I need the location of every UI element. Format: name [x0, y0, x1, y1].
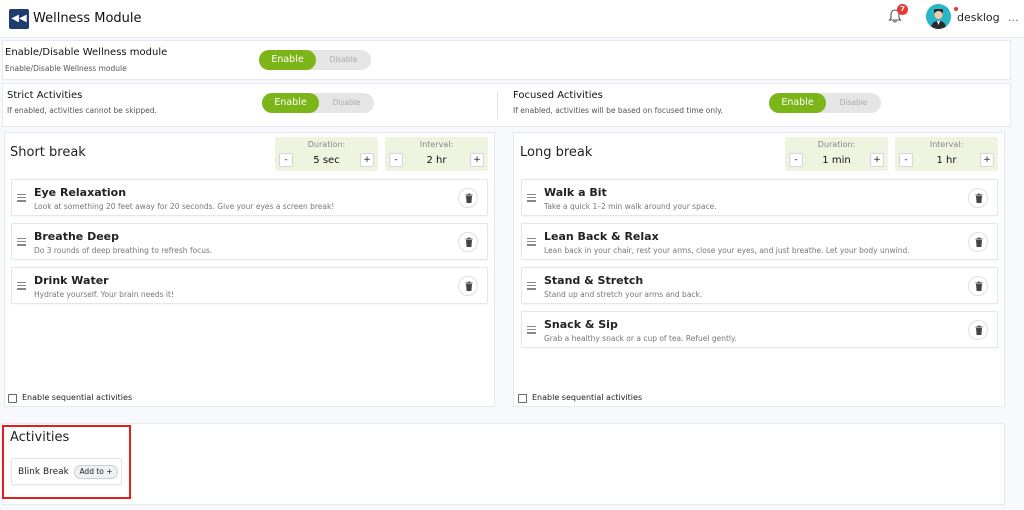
drag-handle-icon[interactable]	[527, 326, 536, 334]
interval-label: Interval:	[929, 140, 964, 149]
duration-label: Duration:	[817, 140, 856, 149]
duration-label: Duration:	[307, 140, 346, 149]
add-to-button[interactable]: Add to +	[74, 465, 118, 479]
activity-chip: Blink Break Add to +	[11, 458, 122, 485]
strict-activities-title: Strict Activities	[7, 90, 83, 101]
checkbox[interactable]	[8, 394, 17, 403]
activity-card[interactable]: Walk a Bit Take a quick 1–2 min walk aro…	[521, 179, 998, 216]
short-break-title: Short break	[10, 145, 86, 160]
drag-handle-icon[interactable]	[17, 238, 26, 246]
activity-title: Drink Water	[34, 274, 109, 287]
activity-description: Hydrate yourself. Your brain needs it!	[34, 290, 174, 299]
activity-title: Eye Relaxation	[34, 186, 127, 199]
activity-title: Breathe Deep	[34, 230, 119, 243]
module-toggle-panel	[2, 40, 1011, 80]
trash-icon[interactable]	[968, 232, 988, 252]
activities-panel	[2, 423, 1005, 505]
sequential-label: Enable sequential activities	[532, 393, 643, 402]
long-break-duration-control: Duration: - 1 min +	[785, 137, 888, 171]
activity-description: Do 3 rounds of deep breathing to refresh…	[34, 246, 213, 255]
short-interval-value: 2 hr	[426, 155, 447, 166]
module-toggle[interactable]: Enable Disable	[259, 50, 371, 70]
long-interval-increment-button[interactable]: +	[980, 153, 994, 167]
strict-enable-button[interactable]: Enable	[262, 93, 319, 113]
strict-activities-toggle[interactable]: Enable Disable	[262, 93, 374, 113]
long-duration-value: 1 min	[822, 155, 851, 166]
user-avatar-icon	[926, 4, 951, 29]
sequential-label: Enable sequential activities	[22, 393, 133, 402]
short-interval-increment-button[interactable]: +	[470, 153, 484, 167]
short-duration-value: 5 sec	[313, 155, 340, 166]
drag-handle-icon[interactable]	[527, 194, 536, 202]
focused-disable-button[interactable]: Disable	[826, 93, 881, 113]
short-break-duration-control: Duration: - 5 sec +	[275, 137, 378, 171]
short-interval-decrement-button[interactable]: -	[389, 153, 403, 167]
activity-card[interactable]: Stand & Stretch Stand up and stretch you…	[521, 267, 998, 304]
settings-divider	[497, 91, 498, 119]
drag-handle-icon[interactable]	[17, 282, 26, 290]
focused-activities-subtitle: If enabled, activities will be based on …	[513, 106, 723, 115]
checkbox[interactable]	[518, 394, 527, 403]
module-toggle-title: Enable/Disable Wellness module	[5, 47, 168, 58]
activity-description: Lean back in your chair, rest your arms,…	[544, 246, 910, 255]
focused-activities-toggle[interactable]: Enable Disable	[769, 93, 881, 113]
activity-card[interactable]: Lean Back & Relax Lean back in your chai…	[521, 223, 998, 260]
activity-description: Take a quick 1–2 min walk around your sp…	[544, 202, 717, 211]
activity-card[interactable]: Snack & Sip Grab a healthy snack or a cu…	[521, 311, 998, 348]
interval-label: Interval:	[419, 140, 454, 149]
notification-badge: 7	[897, 4, 908, 15]
long-duration-decrement-button[interactable]: -	[789, 153, 803, 167]
module-disable-button[interactable]: Disable	[316, 50, 371, 70]
trash-icon[interactable]	[458, 188, 478, 208]
trash-icon[interactable]	[968, 276, 988, 296]
drag-handle-icon[interactable]	[17, 194, 26, 202]
trash-icon[interactable]	[968, 320, 988, 340]
trash-icon[interactable]	[968, 188, 988, 208]
top-bar: ◀◀ Wellness Module 7 desklog ...	[0, 0, 1024, 38]
focused-activities-title: Focused Activities	[513, 90, 603, 101]
long-duration-increment-button[interactable]: +	[870, 153, 884, 167]
short-duration-decrement-button[interactable]: -	[279, 153, 293, 167]
module-toggle-subtitle: Enable/Disable Wellness module	[5, 64, 127, 73]
short-break-interval-control: Interval: - 2 hr +	[385, 137, 488, 171]
user-name[interactable]: desklog	[957, 11, 1000, 24]
strict-disable-button[interactable]: Disable	[319, 93, 374, 113]
activity-title: Snack & Sip	[544, 318, 618, 331]
module-enable-button[interactable]: Enable	[259, 50, 316, 70]
double-chevron-left-icon[interactable]: ◀◀	[9, 9, 29, 29]
activity-chip-name: Blink Break	[18, 467, 69, 477]
focused-enable-button[interactable]: Enable	[769, 93, 826, 113]
activity-title: Lean Back & Relax	[544, 230, 659, 243]
activity-description: Look at something 20 feet away for 20 se…	[34, 202, 335, 211]
long-break-title: Long break	[520, 145, 593, 160]
activity-card[interactable]: Eye Relaxation Look at something 20 feet…	[11, 179, 488, 216]
page-title: Wellness Module	[33, 11, 142, 26]
user-menu-caret[interactable]: ...	[1008, 11, 1019, 24]
long-interval-decrement-button[interactable]: -	[899, 153, 913, 167]
drag-handle-icon[interactable]	[527, 282, 536, 290]
activity-card[interactable]: Breathe Deep Do 3 rounds of deep breathi…	[11, 223, 488, 260]
avatar[interactable]	[926, 4, 951, 29]
activity-card[interactable]: Drink Water Hydrate yourself. Your brain…	[11, 267, 488, 304]
trash-icon[interactable]	[458, 232, 478, 252]
long-break-interval-control: Interval: - 1 hr +	[895, 137, 998, 171]
trash-icon[interactable]	[458, 276, 478, 296]
activities-title: Activities	[10, 430, 70, 445]
drag-handle-icon[interactable]	[527, 238, 536, 246]
activity-title: Stand & Stretch	[544, 274, 644, 287]
short-duration-increment-button[interactable]: +	[360, 153, 374, 167]
activity-description: Stand up and stretch your arms and back.	[544, 290, 703, 299]
activity-title: Walk a Bit	[544, 186, 607, 199]
activity-description: Grab a healthy snack or a cup of tea. Re…	[544, 334, 737, 343]
strict-activities-subtitle: If enabled, activities cannot be skipped…	[7, 106, 157, 115]
long-interval-value: 1 hr	[936, 155, 957, 166]
